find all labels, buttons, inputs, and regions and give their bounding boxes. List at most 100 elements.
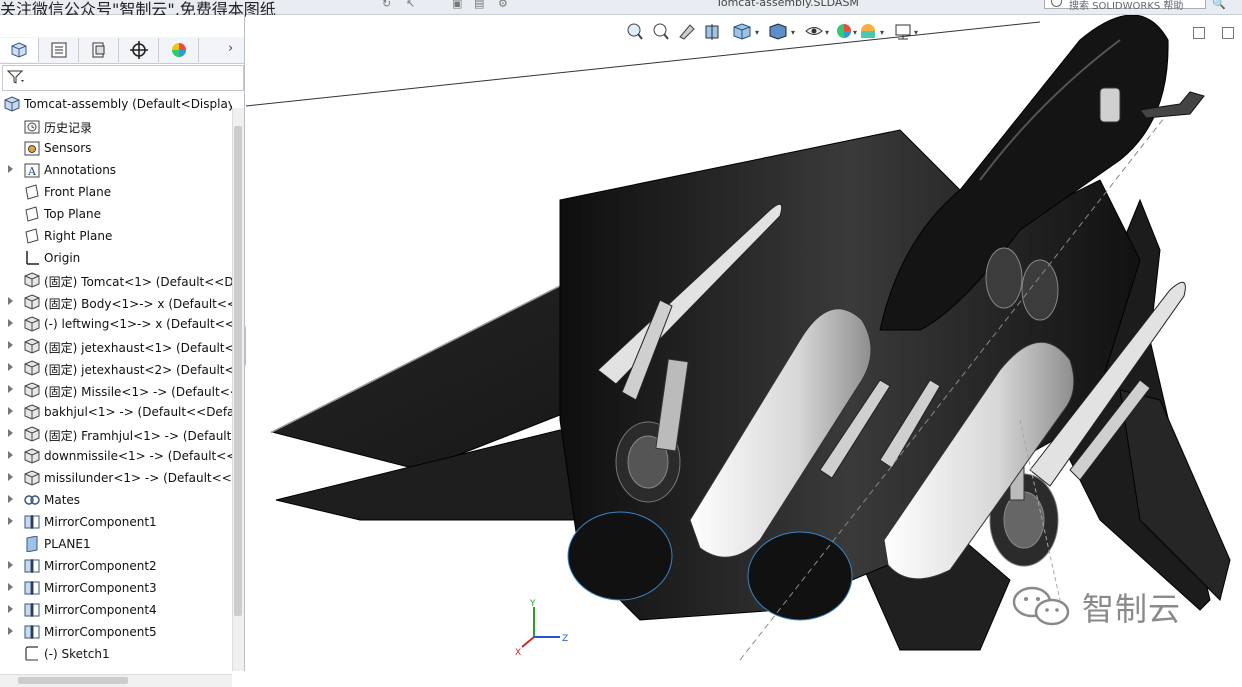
expand-arrow-icon[interactable] — [8, 297, 13, 305]
tree-item[interactable]: downmissile<1> -> (Default<< — [0, 445, 232, 467]
expand-arrow-icon[interactable] — [8, 517, 13, 525]
tree-item[interactable]: (固定) jetexhaust<2> (Default<< — [0, 357, 232, 379]
tree-item-label: Annotations — [44, 163, 117, 177]
expand-arrow-icon[interactable] — [8, 495, 13, 503]
title-bar: 关注微信公众号"智制云",免费得本图纸 ↻ ↖ ▣ ▤ ⚙ Tomcat-ass… — [0, 0, 1242, 19]
part-icon — [24, 404, 40, 420]
graphics-viewport[interactable]: ▾ ▾ ▾ ▾ ▾ ▾ Y Z X — [246, 15, 1242, 671]
document-title: Tomcat-assembly.SLDASM — [716, 0, 859, 9]
search-options-icon[interactable]: 🔍 — [1212, 0, 1226, 10]
tree-item-label: (固定) Framhjul<1> -> (Default< — [44, 429, 232, 443]
plane-icon — [25, 206, 39, 222]
tree-item[interactable]: MirrorComponent5 — [0, 621, 232, 643]
expand-arrow-icon[interactable] — [8, 385, 13, 393]
mirror-component-icon — [24, 515, 40, 529]
gear-icon[interactable]: ⚙ — [498, 0, 510, 10]
property-manager-icon — [51, 42, 67, 58]
expand-arrow-icon[interactable] — [8, 363, 13, 371]
sensors-icon — [24, 141, 40, 156]
rebuild-icon[interactable]: ↻ — [382, 0, 394, 10]
tree-item-label: bakhjul<1> -> (Default<<Defau — [44, 405, 232, 419]
tree-item[interactable]: Top Plane — [0, 203, 232, 225]
tree-item-label: (-) Sketch1 — [44, 647, 110, 661]
help-search-input[interactable]: 搜索 SOLIDWORKS 帮助 — [1044, 0, 1206, 12]
part-icon — [24, 426, 40, 442]
tab-feature-manager[interactable] — [0, 38, 39, 62]
tree-item-label: Tomcat-assembly (Default<Display — [24, 97, 232, 111]
tab-display-manager[interactable] — [160, 38, 199, 62]
tree-filter-field[interactable] — [2, 65, 244, 91]
assembly-icon — [4, 96, 20, 112]
tree-item[interactable]: A Annotations — [0, 159, 232, 181]
annotations-icon: A — [24, 163, 40, 178]
expand-arrow-icon[interactable] — [8, 473, 13, 481]
tomcat-aircraft-model[interactable] — [246, 15, 1242, 671]
tree-item[interactable]: Mates — [0, 489, 232, 511]
tree-item[interactable]: 历史记录 — [0, 115, 232, 137]
configuration-manager-icon — [92, 42, 105, 58]
options-list-icon[interactable]: ▣ — [452, 0, 464, 10]
expand-arrow-icon[interactable] — [8, 583, 13, 591]
feature-manager-panel: › Tomcat-assembly (Default<Display 历史记录 Se… — [0, 15, 245, 687]
expand-arrow-icon[interactable] — [8, 561, 13, 569]
tree-horizontal-scrollbar[interactable] — [0, 674, 232, 687]
tree-vertical-scrollbar[interactable] — [232, 108, 244, 671]
expand-arrow-icon[interactable] — [8, 319, 13, 327]
tree-item-label: (固定) Body<1>-> x (Default<< — [44, 297, 232, 311]
tree-item[interactable]: Origin — [0, 247, 232, 269]
tabs-more-chevron-icon[interactable]: › — [228, 41, 233, 56]
tree-item[interactable]: Right Plane — [0, 225, 232, 247]
tree-item-label: 历史记录 — [44, 121, 93, 135]
display-manager-icon — [172, 43, 186, 57]
expand-arrow-icon[interactable] — [8, 407, 13, 415]
tree-item-label: MirrorComponent2 — [44, 559, 157, 573]
tree-item[interactable]: MirrorComponent3 — [0, 577, 232, 599]
part-icon — [24, 338, 40, 354]
expand-arrow-icon[interactable] — [8, 165, 13, 173]
tree-item[interactable]: MirrorComponent2 — [0, 555, 232, 577]
plane-icon — [25, 184, 39, 200]
tree-item[interactable]: bakhjul<1> -> (Default<<Defau — [0, 401, 232, 423]
tree-item[interactable]: (固定) Missile<1> -> (Default<< — [0, 379, 232, 401]
dimxpert-icon — [130, 41, 148, 59]
tree-item[interactable]: MirrorComponent4 — [0, 599, 232, 621]
tree-item[interactable]: MirrorComponent1 — [0, 511, 232, 533]
tab-configuration-manager[interactable] — [80, 38, 119, 62]
tree-hscroll-thumb[interactable] — [18, 677, 128, 684]
part-icon — [24, 470, 40, 486]
expand-arrow-icon[interactable] — [8, 451, 13, 459]
tree-item[interactable]: (固定) jetexhaust<1> (Default<< — [0, 335, 232, 357]
history-icon — [24, 120, 40, 134]
mirror-component-icon — [24, 625, 40, 639]
tree-item-label: (固定) jetexhaust<2> (Default<< — [44, 363, 232, 377]
tree-item[interactable]: PLANE1 — [0, 533, 232, 555]
expand-arrow-icon[interactable] — [8, 627, 13, 635]
expand-arrow-icon[interactable] — [8, 341, 13, 349]
tree-item-label: PLANE1 — [44, 537, 91, 551]
expand-arrow-icon[interactable] — [8, 605, 13, 613]
tree-item[interactable]: Front Plane — [0, 181, 232, 203]
tree-item-label: (固定) Tomcat<1> (Default<<De — [44, 275, 232, 289]
tree-item[interactable]: (-) Sketch1 — [0, 643, 232, 665]
tree-item[interactable]: Sensors — [0, 137, 232, 159]
brand-watermark: 智制云 — [1008, 584, 1238, 630]
tree-item[interactable]: Tomcat-assembly (Default<Display — [0, 93, 232, 115]
sketch-icon — [25, 646, 38, 661]
select-icon[interactable]: ↖ — [406, 0, 418, 10]
tree-item[interactable]: (固定) Framhjul<1> -> (Default< — [0, 423, 232, 445]
tree-item[interactable]: (固定) Body<1>-> x (Default<< — [0, 291, 232, 313]
panel-tabs: › — [0, 37, 244, 64]
tree-item-label: MirrorComponent1 — [44, 515, 157, 529]
part-icon — [24, 360, 40, 376]
tree-item-label: Right Plane — [44, 229, 113, 243]
triad-z-label: Z — [562, 634, 568, 644]
tab-property-manager[interactable] — [40, 38, 79, 62]
tree-scroll-thumb[interactable] — [234, 126, 242, 616]
tab-dimxpert[interactable] — [120, 38, 159, 62]
tree-item[interactable]: missilunder<1> -> (Default<<D — [0, 467, 232, 489]
tree-item-label: Top Plane — [44, 207, 101, 221]
tree-item[interactable]: (-) leftwing<1>-> x (Default<<D — [0, 313, 232, 335]
tree-item[interactable]: (固定) Tomcat<1> (Default<<De — [0, 269, 232, 291]
file-properties-icon[interactable]: ▤ — [474, 0, 486, 10]
expand-arrow-icon[interactable] — [8, 429, 13, 437]
